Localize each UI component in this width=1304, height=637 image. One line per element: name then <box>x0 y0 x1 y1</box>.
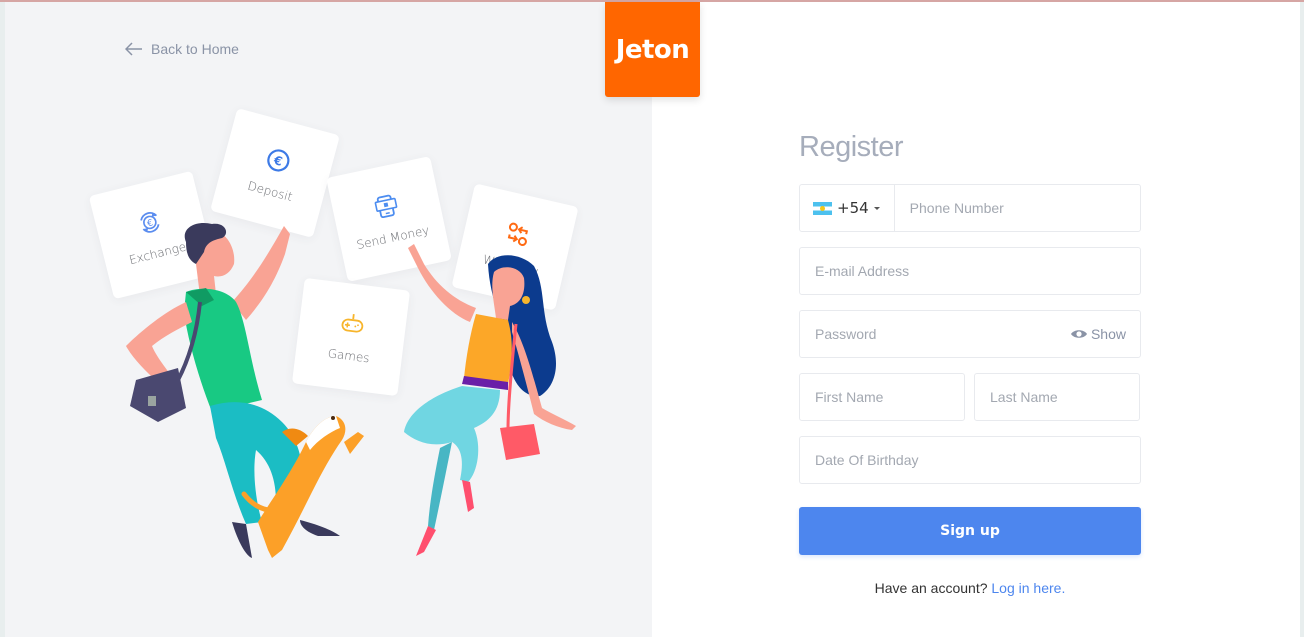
withdraw-label: Withdraw <box>481 252 541 279</box>
jeton-logo[interactable]: Jeton <box>605 2 700 97</box>
country-code-select[interactable]: +54 <box>800 185 895 231</box>
svg-text:€: € <box>146 218 154 229</box>
arrow-left-icon <box>125 42 142 56</box>
birthday-input[interactable] <box>800 437 1140 483</box>
phone-field: +54 <box>799 184 1141 232</box>
page-title: Register <box>799 131 904 163</box>
password-field: Show <box>799 310 1141 358</box>
deposit-label: Deposit <box>246 178 295 205</box>
phone-money-icon <box>374 194 398 219</box>
show-password-toggle[interactable]: Show <box>1070 311 1126 357</box>
name-row <box>799 373 1141 436</box>
sign-up-button[interactable]: Sign up <box>799 507 1141 555</box>
argentina-flag-icon <box>813 201 832 215</box>
back-to-home-link[interactable]: Back to Home <box>125 41 239 57</box>
svg-text:€: € <box>271 153 284 169</box>
exchange-label: Exchange <box>127 239 188 268</box>
chevron-down-icon <box>873 206 880 210</box>
phone-number-input[interactable] <box>894 185 1140 231</box>
left-edge <box>0 2 5 637</box>
gamepad-icon <box>341 314 364 333</box>
email-input[interactable] <box>800 248 1140 294</box>
country-code-value: +54 <box>837 199 869 217</box>
login-prompt-text: Have an account? <box>874 580 988 596</box>
logo-text: Jeton <box>615 34 690 65</box>
send-money-label: Send Money <box>355 223 431 253</box>
back-to-home-label: Back to Home <box>151 41 239 57</box>
euro-exchange-icon: € <box>140 212 160 233</box>
login-link[interactable]: Log in here. <box>991 580 1065 596</box>
send-money-card: Send Money <box>326 156 452 282</box>
register-form: Register +54 Show Sign up <box>799 130 1141 596</box>
swap-icon <box>507 222 529 247</box>
scrollbar[interactable] <box>1300 2 1304 637</box>
deposit-card: € Deposit <box>210 108 340 238</box>
euro-coin-icon: € <box>267 149 290 172</box>
login-prompt: Have an account? Log in here. <box>799 580 1141 596</box>
eye-icon <box>1070 330 1087 338</box>
games-card: Games <box>291 277 411 397</box>
games-label: Games <box>326 346 371 366</box>
withdraw-card: Withdraw <box>451 183 579 311</box>
last-name-input[interactable] <box>975 374 1139 420</box>
email-field <box>799 247 1141 295</box>
last-name-field <box>974 373 1140 421</box>
first-name-field <box>799 373 965 421</box>
first-name-input[interactable] <box>800 374 964 420</box>
illustration-pane: Back to Home € Exchange € Deposit Send M… <box>0 2 652 637</box>
birthday-field <box>799 436 1141 484</box>
dog-figure <box>241 416 364 558</box>
exchange-card: € Exchange <box>88 170 218 300</box>
show-label: Show <box>1090 326 1126 342</box>
